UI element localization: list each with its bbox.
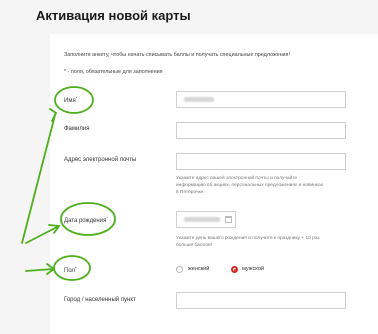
name-blurred-value	[184, 97, 214, 102]
birthdate-blurred-value	[184, 217, 220, 222]
name-label: Имя*	[64, 95, 77, 104]
name-input[interactable]	[176, 91, 346, 108]
email-label: Адрес электронной почты	[64, 157, 137, 163]
birthdate-hint-line: больше баллов!	[176, 243, 212, 248]
gender-female-label[interactable]: женский	[188, 266, 209, 272]
city-input[interactable]	[176, 292, 346, 309]
gender-male-radio[interactable]	[231, 266, 238, 273]
birthdate-label-text: Дата рождения	[64, 218, 107, 224]
email-hint-line: в Пятёрочке.	[176, 190, 205, 195]
birthdate-hint-line: Укажите день вашего рождения и получите …	[176, 236, 320, 241]
birthdate-input[interactable]	[176, 211, 236, 228]
birthdate-required-mark: *	[106, 215, 108, 220]
email-hint-line: Укажите адрес вашей электронной почты и …	[176, 176, 298, 181]
email-input[interactable]	[176, 153, 346, 170]
gender-female-radio[interactable]	[176, 266, 183, 273]
birthdate-label: Дата рождения*	[64, 215, 108, 224]
gender-required-mark: *	[75, 265, 77, 270]
email-hint-line: информацию об акциях, персональных предл…	[176, 183, 324, 188]
city-label: Город / населенный пункт	[64, 297, 136, 303]
email-hint: Укажите адрес вашей электронной почты и …	[176, 175, 323, 196]
surname-label: Фамилия	[64, 126, 90, 132]
arrow-to-gender	[25, 268, 54, 272]
calendar-icon[interactable]	[225, 216, 232, 223]
page-title: Активация новой карты	[36, 8, 191, 23]
name-label-text: Имя	[64, 98, 76, 104]
intro-text: Заполните анкету, чтобы начать списывать…	[64, 52, 290, 58]
required-note: * - поля, обязательные для заполнения	[64, 69, 163, 75]
name-required-mark: *	[75, 95, 78, 100]
birthdate-hint: Укажите день вашего рождения и получите …	[176, 235, 320, 249]
gender-label: Пол*	[64, 265, 77, 274]
surname-input[interactable]	[176, 122, 346, 139]
gender-label-text: Пол	[64, 268, 76, 274]
gender-male-label[interactable]: мужской	[242, 266, 264, 272]
